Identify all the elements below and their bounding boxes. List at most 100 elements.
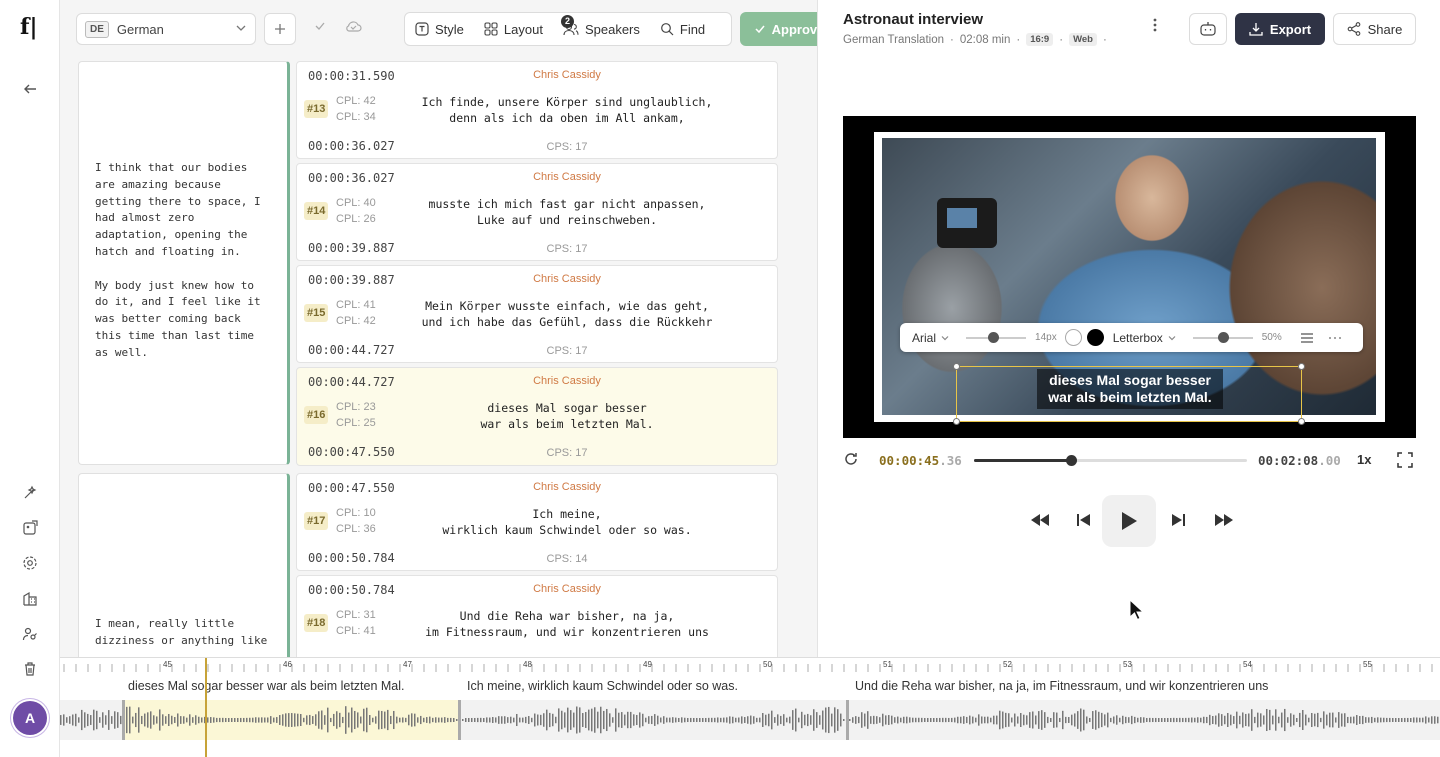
video-preview[interactable]: Arial 14px Letterbox 50% dieses Mal soga…: [843, 116, 1416, 438]
add-button[interactable]: [264, 13, 296, 45]
subtitle-segment[interactable]: 00:00:47.550 Chris Cassidy #17 CPL: 10 C…: [296, 473, 778, 571]
timeline-tick-label: 52: [1003, 660, 1012, 669]
project-duration: 02:08 min: [959, 33, 1011, 46]
segment-text[interactable]: Und die Reha war bisher, na ja, im Fitnes…: [397, 608, 737, 640]
segment-end-time[interactable]: 00:00:39.887: [308, 241, 395, 255]
source-block[interactable]: I mean, really little dizziness or anyth…: [78, 473, 290, 657]
settings-icon[interactable]: [18, 551, 42, 575]
speakers-button[interactable]: 2 Speakers: [553, 14, 650, 37]
download-icon: [1249, 23, 1263, 36]
segment-start-time[interactable]: 00:00:47.550: [308, 481, 395, 495]
check-icon[interactable]: [314, 20, 326, 35]
background-color-swatch[interactable]: [1086, 329, 1104, 346]
project-title: Astronaut interview: [843, 11, 984, 28]
playback-speed[interactable]: 1x: [1357, 452, 1371, 467]
segment-speaker[interactable]: Chris Cassidy: [477, 583, 657, 595]
subtitle-segment[interactable]: 00:00:31.590 Chris Cassidy #13 CPL: 42 C…: [296, 61, 778, 159]
segment-end-time[interactable]: 00:00:36.027: [308, 139, 395, 153]
find-button[interactable]: Find: [650, 22, 715, 37]
cloud-icon[interactable]: [344, 19, 362, 36]
share-button[interactable]: Share: [1333, 13, 1416, 45]
resize-handle[interactable]: [953, 363, 960, 370]
waveform[interactable]: [60, 700, 1440, 740]
segment-text[interactable]: Mein Körper wusste einfach, wie das geht…: [397, 298, 737, 330]
building-icon[interactable]: [18, 587, 42, 611]
style-label: Style: [435, 21, 464, 37]
progress-knob[interactable]: [1065, 455, 1077, 466]
segment-speaker[interactable]: Chris Cassidy: [477, 69, 657, 81]
play-button[interactable]: [1102, 495, 1156, 547]
editor-toolbar: DE German Style Layout 2 Speakers Find A…: [60, 0, 817, 58]
total-time: 00:02:08.00: [1258, 453, 1341, 468]
wand-icon[interactable]: [18, 481, 42, 505]
subtitle-segment[interactable]: 00:00:50.784 Chris Cassidy #18 CPL: 31 C…: [296, 575, 778, 657]
timeline-caption[interactable]: Ich meine, wirklich kaum Schwindel oder …: [467, 679, 738, 693]
style-button[interactable]: Style: [405, 22, 474, 37]
segment-speaker[interactable]: Chris Cassidy: [477, 481, 657, 493]
font-select[interactable]: Arial: [912, 331, 936, 345]
trash-icon[interactable]: [18, 657, 42, 681]
timeline-tick-label: 49: [643, 660, 652, 669]
timeline[interactable]: 45 46 47 48 49 50 51 52 53 54 55 dieses Mal sogar …: [60, 657, 1440, 757]
text-color-swatch[interactable]: [1064, 329, 1082, 346]
segment-text[interactable]: Ich meine, wirklich kaum Schwindel oder s…: [397, 506, 737, 538]
segment-speaker[interactable]: Chris Cassidy: [477, 375, 657, 387]
ai-assistant-button[interactable]: [1189, 13, 1227, 45]
segment-start-time[interactable]: 00:00:44.727: [308, 375, 395, 389]
app-logo[interactable]: f|: [20, 14, 37, 40]
resize-handle[interactable]: [953, 418, 960, 425]
subtitle-segment[interactable]: 00:00:39.887 Chris Cassidy #15 CPL: 41 C…: [296, 265, 778, 363]
approve-button[interactable]: Approve: [740, 12, 817, 46]
language-select[interactable]: DE German: [76, 13, 256, 45]
timeline-caption[interactable]: dieses Mal sogar besser war als beim let…: [128, 679, 405, 693]
segment-end-time[interactable]: 00:00:44.727: [308, 343, 395, 357]
segment-speaker[interactable]: Chris Cassidy: [477, 171, 657, 183]
playhead[interactable]: [205, 658, 207, 757]
subtitle-segment-active[interactable]: 00:00:44.727 Chris Cassidy #16 CPL: 23 C…: [296, 367, 778, 466]
chevron-down-icon: [1168, 335, 1176, 340]
segment-start-time[interactable]: 00:00:39.887: [308, 273, 395, 287]
subtitle-overlay[interactable]: dieses Mal sogar besser war als beim letz…: [1037, 369, 1223, 409]
fast-forward-icon[interactable]: [1206, 502, 1242, 538]
export-button[interactable]: Export: [1235, 13, 1325, 45]
back-arrow-icon[interactable]: [18, 77, 42, 101]
image-gallery-icon[interactable]: [18, 516, 42, 540]
layout-button[interactable]: Layout: [474, 22, 553, 37]
opacity-slider[interactable]: [1192, 331, 1253, 343]
segment-cpl-line2: CPL: 36: [336, 523, 376, 535]
font-size-slider[interactable]: [966, 331, 1027, 343]
robot-icon: [1200, 22, 1216, 36]
segment-text[interactable]: musste ich mich fast gar nicht anpassen,…: [397, 196, 737, 228]
source-block[interactable]: I think that our bodies are amazing beca…: [78, 61, 290, 465]
previous-segment-icon[interactable]: [1066, 502, 1102, 538]
resize-handle[interactable]: [1298, 363, 1305, 370]
segment-text[interactable]: dieses Mal sogar besser war als beim letz…: [397, 400, 737, 432]
segment-number: #15: [304, 304, 329, 322]
user-key-icon[interactable]: [18, 622, 42, 646]
platform-badge: Web: [1069, 33, 1097, 46]
export-label: Export: [1269, 21, 1312, 37]
replay-icon[interactable]: [843, 451, 859, 470]
find-label: Find: [679, 21, 706, 37]
progress-slider[interactable]: [974, 455, 1247, 466]
segment-speaker[interactable]: Chris Cassidy: [477, 273, 657, 285]
segment-text[interactable]: Ich finde, unsere Körper sind unglaublic…: [397, 94, 737, 126]
fullscreen-icon[interactable]: [1397, 452, 1413, 471]
video-scene-camera: [937, 198, 997, 248]
segment-cps: CPS: 14: [546, 553, 588, 565]
segment-end-time[interactable]: 00:00:50.784: [308, 551, 395, 565]
segment-end-time[interactable]: 00:00:47.550: [308, 445, 395, 459]
next-segment-icon[interactable]: [1160, 502, 1196, 538]
rewind-icon[interactable]: [1022, 502, 1058, 538]
segment-start-time[interactable]: 00:00:50.784: [308, 583, 395, 597]
segment-start-time[interactable]: 00:00:36.027: [308, 171, 395, 185]
plus-icon: [275, 24, 285, 34]
background-mode-select[interactable]: Letterbox: [1113, 331, 1163, 345]
resize-handle[interactable]: [1298, 418, 1305, 425]
more-options-icon[interactable]: [1153, 18, 1157, 37]
segment-start-time[interactable]: 00:00:31.590: [308, 69, 395, 83]
segment-cpl-line2: CPL: 41: [336, 625, 376, 637]
timeline-caption[interactable]: Und die Reha war bisher, na ja, im Fitne…: [855, 679, 1268, 693]
avatar[interactable]: A: [13, 701, 47, 735]
subtitle-segment[interactable]: 00:00:36.027 Chris Cassidy #14 CPL: 40 C…: [296, 163, 778, 261]
